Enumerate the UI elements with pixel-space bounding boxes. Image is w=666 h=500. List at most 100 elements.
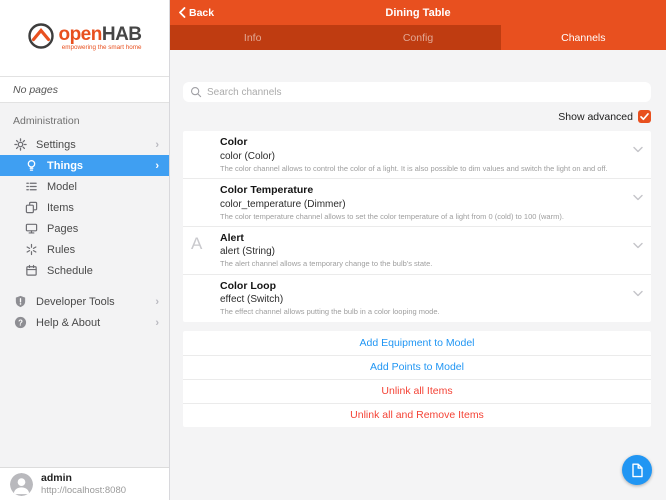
- channel-info: Color Loop effect (Switch) The effect ch…: [220, 280, 625, 318]
- channels-content: Show advanced Color color (Color) The co…: [170, 50, 666, 500]
- sidebar-item-items[interactable]: Items: [0, 197, 169, 218]
- edit-thing-fab[interactable]: [622, 455, 652, 485]
- openhab-logo: openHAB empowering the smart home: [27, 22, 142, 55]
- question-icon: ?: [13, 316, 27, 330]
- monitor-icon: [24, 222, 38, 236]
- logo-text: openHAB empowering the smart home: [58, 23, 142, 51]
- unlink-all-and-remove-items-button[interactable]: Unlink all and Remove Items: [183, 402, 651, 427]
- chevron-right-icon: ›: [155, 316, 159, 329]
- avatar: [10, 472, 33, 496]
- chevron-right-icon: ›: [155, 138, 159, 151]
- sidebar-item-label: Model: [47, 180, 77, 193]
- channel-info: Color Temperature color_temperature (Dim…: [220, 184, 625, 222]
- sidebar-item-model[interactable]: Model: [0, 176, 169, 197]
- channel-row-color-temperature[interactable]: Color Temperature color_temperature (Dim…: [183, 177, 651, 226]
- app-window: openHAB empowering the smart home No pag…: [0, 0, 666, 500]
- top-navbar: Back Dining Table: [170, 0, 666, 25]
- chevron-down-icon[interactable]: [633, 280, 643, 318]
- channel-row-color-loop[interactable]: Color Loop effect (Switch) The effect ch…: [183, 273, 651, 322]
- chevron-right-icon: ›: [155, 295, 159, 308]
- search-input[interactable]: [207, 86, 644, 98]
- lightbulb-icon: [24, 159, 38, 173]
- gear-icon: [13, 138, 27, 152]
- logo-tagline: empowering the smart home: [61, 43, 142, 51]
- tab-bar: Info Config Channels: [170, 25, 666, 50]
- show-advanced-row: Show advanced: [183, 110, 651, 123]
- openhab-logo-icon: [27, 22, 55, 55]
- shield-icon: [13, 295, 27, 309]
- channel-info: Color color (Color) The color channel al…: [220, 136, 625, 174]
- actions-list: Add Equipment to Model Add Points to Mod…: [183, 330, 651, 427]
- add-points-to-model-button[interactable]: Add Points to Model: [183, 354, 651, 379]
- channel-title: Color Loop: [220, 279, 276, 292]
- sidebar-item-label: Help & About: [36, 316, 101, 329]
- sidebar-item-label: Schedule: [47, 264, 93, 277]
- search-bar: [183, 82, 651, 102]
- page-title: Dining Table: [385, 6, 451, 19]
- svg-text:?: ?: [18, 318, 23, 327]
- channel-title: Color: [220, 136, 248, 148]
- logo-wordmark: openHAB: [58, 23, 142, 45]
- calendar-icon: [24, 264, 38, 278]
- channel-row-alert[interactable]: A Alert alert (String) The alert channel…: [183, 225, 651, 274]
- sidebar-item-rules[interactable]: Rules: [0, 239, 169, 260]
- channel-info: Alert alert (String) The alert channel a…: [220, 232, 625, 270]
- main-panel: Back Dining Table Info Config Channels S…: [170, 0, 666, 500]
- sidebar-item-pages[interactable]: Pages: [0, 218, 169, 239]
- unlink-all-items-button[interactable]: Unlink all Items: [183, 378, 651, 403]
- user-info: admin http://localhost:8080: [41, 472, 126, 496]
- sidebar-item-help-about[interactable]: ? Help & About ›: [0, 312, 169, 333]
- sidebar-item-label: Things: [47, 159, 84, 172]
- chevron-down-icon[interactable]: [633, 184, 643, 222]
- sidebar-item-label: Pages: [47, 222, 79, 235]
- sidebar: openHAB empowering the smart home No pag…: [0, 0, 170, 500]
- channel-description: The color channel allows to control the …: [220, 163, 608, 173]
- section-administration: Administration: [13, 115, 80, 127]
- sidebar-item-things[interactable]: Things ›: [0, 155, 169, 176]
- tab-config[interactable]: Config: [335, 25, 500, 50]
- sidebar-item-schedule[interactable]: Schedule: [0, 260, 169, 281]
- sidebar-item-label: Rules: [47, 243, 76, 256]
- back-button[interactable]: Back: [170, 7, 214, 19]
- channel-title: Color Temperature: [220, 183, 314, 196]
- chevron-down-icon[interactable]: [633, 136, 643, 174]
- logo-area: openHAB empowering the smart home: [0, 0, 169, 76]
- channel-list: Color color (Color) The color channel al…: [183, 131, 651, 322]
- model-tree-icon: [24, 180, 38, 194]
- channel-title: Alert: [220, 231, 244, 244]
- tab-channels[interactable]: Channels: [500, 25, 666, 50]
- items-copy-icon: [24, 201, 38, 215]
- channel-subtitle: color_temperature (Dimmer): [220, 198, 346, 210]
- add-equipment-to-model-button[interactable]: Add Equipment to Model: [183, 331, 651, 355]
- sidebar-item-label: Developer Tools: [36, 295, 115, 308]
- sidebar-item-settings[interactable]: Settings ›: [0, 134, 169, 155]
- document-icon: [631, 463, 643, 477]
- channel-row-color[interactable]: Color color (Color) The color channel al…: [183, 131, 651, 178]
- search-icon: [190, 86, 202, 98]
- sidebar-item-developer-tools[interactable]: Developer Tools ›: [0, 291, 169, 312]
- color-wheel-icon: [191, 281, 212, 302]
- sidebar-item-label: Items: [47, 201, 74, 214]
- channel-subtitle: effect (Switch): [220, 294, 284, 306]
- color-wheel-icon: [191, 185, 212, 206]
- user-name: admin: [41, 472, 72, 484]
- tab-info[interactable]: Info: [170, 25, 335, 50]
- channel-subtitle: color (Color): [220, 150, 276, 162]
- letter-a-icon: A: [191, 233, 203, 253]
- show-advanced-checkbox[interactable]: [638, 110, 651, 123]
- channel-description: The effect channel allows putting the bu…: [220, 307, 440, 317]
- sidebar-item-label: Settings: [36, 138, 76, 151]
- sparkle-icon: [24, 243, 38, 257]
- channel-description: The color temperature channel allows to …: [220, 211, 564, 221]
- chevron-right-icon: ›: [155, 159, 159, 172]
- chevron-down-icon[interactable]: [633, 232, 643, 270]
- channel-subtitle: alert (String): [220, 246, 276, 258]
- color-wheel-icon: [191, 137, 212, 158]
- sidebar-menu: Administration Settings › Things › Model…: [0, 103, 169, 467]
- user-panel[interactable]: admin http://localhost:8080: [0, 467, 169, 500]
- back-label: Back: [189, 6, 215, 19]
- check-icon: [640, 113, 649, 121]
- show-advanced-label: Show advanced: [558, 110, 633, 123]
- chevron-left-icon: [179, 7, 186, 18]
- menu-gap: [0, 281, 169, 291]
